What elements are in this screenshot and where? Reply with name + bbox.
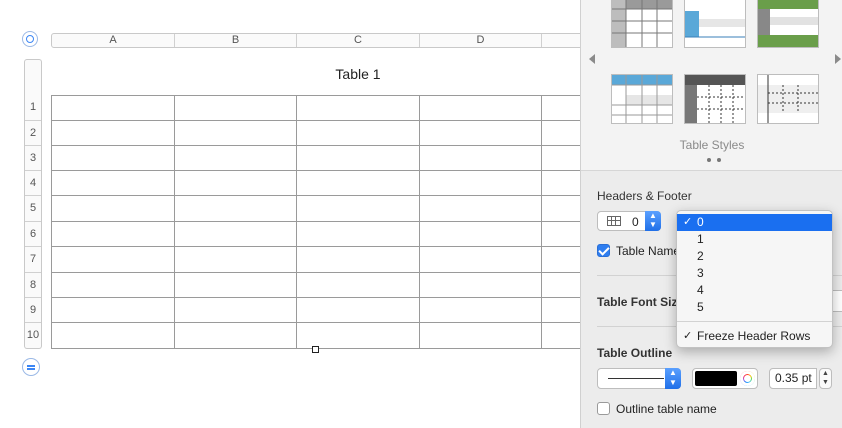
- table-style-3-preview: [758, 0, 818, 47]
- sheet-canvas: A B C D 1 2 3 4 5 6 7 8 9 10 Table 1: [0, 0, 580, 428]
- outline-table-name-label: Outline table name: [616, 402, 717, 416]
- select-table-handle[interactable]: [22, 31, 38, 47]
- headers-footer-label: Headers & Footer: [597, 189, 692, 203]
- grid-row-line: [52, 221, 580, 222]
- grid-row-line: [52, 145, 580, 146]
- header-rows-stepper[interactable]: 0 ▲ ▼: [597, 211, 661, 231]
- menu-item-freeze-header-rows[interactable]: ✓ Freeze Header Rows: [677, 328, 832, 345]
- table-style-3[interactable]: [757, 0, 819, 48]
- menu-item-2[interactable]: 2: [677, 248, 832, 265]
- menu-item-label: 0: [697, 215, 704, 229]
- grid-row-line: [52, 120, 580, 121]
- line-style-sample: [608, 378, 664, 379]
- column-header-c[interactable]: C: [297, 34, 420, 47]
- grid-row-line: [52, 272, 580, 273]
- table-resize-handle[interactable]: [312, 346, 319, 353]
- column-header-e[interactable]: [542, 34, 580, 47]
- grid-row-line: [52, 195, 580, 196]
- outline-table-name-checkbox[interactable]: [597, 402, 610, 415]
- row-header-10[interactable]: 10: [25, 322, 41, 347]
- row-header-7[interactable]: 7: [25, 246, 41, 271]
- column-header-a[interactable]: A: [52, 34, 175, 47]
- table-style-4[interactable]: [611, 74, 673, 124]
- header-rows-value: 0: [632, 215, 639, 229]
- grid-row-line: [52, 322, 580, 323]
- header-rows-icon: [607, 216, 621, 226]
- column-header-bar: A B C D: [51, 33, 580, 48]
- row-header-4[interactable]: 4: [25, 170, 41, 195]
- outline-color-well[interactable]: [692, 368, 758, 389]
- table-style-4-preview: [612, 75, 672, 123]
- table-style-5-preview: [685, 75, 745, 123]
- column-header-d[interactable]: D: [420, 34, 542, 47]
- table-styles-label: Table Styles: [679, 138, 745, 152]
- table-font-size-label: Table Font Size: [597, 295, 685, 309]
- grid-column-line: [541, 96, 542, 348]
- menu-item-5[interactable]: 5: [677, 299, 832, 316]
- menu-item-label: 4: [697, 283, 704, 297]
- row-header-bar: 1 2 3 4 5 6 7 8 9 10: [24, 95, 42, 349]
- menu-item-0[interactable]: ✓ 0: [677, 214, 832, 231]
- row-header-1[interactable]: 1: [25, 95, 41, 120]
- row-header-3[interactable]: 3: [25, 145, 41, 170]
- grid-column-line: [296, 96, 297, 348]
- outline-width-stepper[interactable]: ▲ ▼: [819, 368, 832, 389]
- menu-separator: [677, 321, 832, 322]
- table-outline-label: Table Outline: [597, 346, 673, 360]
- menu-item-label: 2: [697, 249, 704, 263]
- grid-row-line: [52, 297, 580, 298]
- table-style-1-preview: [612, 0, 672, 47]
- outline-line-style-popup[interactable]: ▲ ▼: [597, 368, 681, 389]
- table-style-2-preview: [685, 0, 745, 47]
- table-style-2[interactable]: [684, 0, 746, 48]
- row-header-2[interactable]: 2: [25, 120, 41, 145]
- table-grid[interactable]: [51, 95, 580, 349]
- table-name-checkbox[interactable]: [597, 244, 610, 257]
- table-title[interactable]: Table 1: [300, 66, 416, 82]
- menu-item-4[interactable]: 4: [677, 282, 832, 299]
- grid-column-line: [419, 96, 420, 348]
- header-rows-menu: ✓ 0 1 2 3 4 5 ✓ Freeze Header Rows: [676, 210, 833, 348]
- column-header-b[interactable]: B: [175, 34, 297, 47]
- menu-item-label: 1: [697, 232, 704, 246]
- color-wheel-icon[interactable]: [740, 371, 755, 386]
- table-name-checkbox-label: Table Name: [616, 244, 681, 258]
- menu-item-label: 3: [697, 266, 704, 280]
- menu-item-label: 5: [697, 300, 704, 314]
- checkmark-icon: ✓: [683, 330, 693, 342]
- grid-row-line: [52, 170, 580, 171]
- styles-next-arrow-icon[interactable]: [835, 54, 841, 64]
- table-style-6[interactable]: [757, 74, 819, 124]
- table-style-1[interactable]: [611, 0, 673, 48]
- styles-page-dot[interactable]: [717, 158, 721, 162]
- styles-prev-arrow-icon[interactable]: [589, 54, 595, 64]
- checkmark-icon: ✓: [683, 216, 693, 228]
- row-header-8[interactable]: 8: [25, 272, 41, 297]
- outline-color-swatch[interactable]: [695, 371, 737, 386]
- row-header-5[interactable]: 5: [25, 195, 41, 220]
- freeze-header-rows-label: Freeze Header Rows: [697, 329, 811, 343]
- grid-row-line: [52, 246, 580, 247]
- header-rows-popup-arrows-icon[interactable]: ▲ ▼: [645, 211, 661, 231]
- outline-width-field[interactable]: 0.35 pt: [769, 368, 817, 389]
- table-style-6-preview: [758, 75, 818, 123]
- row-header-6[interactable]: 6: [25, 221, 41, 246]
- row-header-title-cell: [24, 59, 42, 95]
- add-rows-handle[interactable]: [22, 358, 40, 376]
- styles-page-dot[interactable]: [707, 158, 711, 162]
- menu-item-1[interactable]: 1: [677, 231, 832, 248]
- table-style-5[interactable]: [684, 74, 746, 124]
- line-style-popup-arrows-icon[interactable]: ▲ ▼: [665, 368, 681, 389]
- table-styles-area: Table Styles: [581, 0, 842, 171]
- row-header-9[interactable]: 9: [25, 297, 41, 322]
- menu-item-3[interactable]: 3: [677, 265, 832, 282]
- grid-column-line: [174, 96, 175, 348]
